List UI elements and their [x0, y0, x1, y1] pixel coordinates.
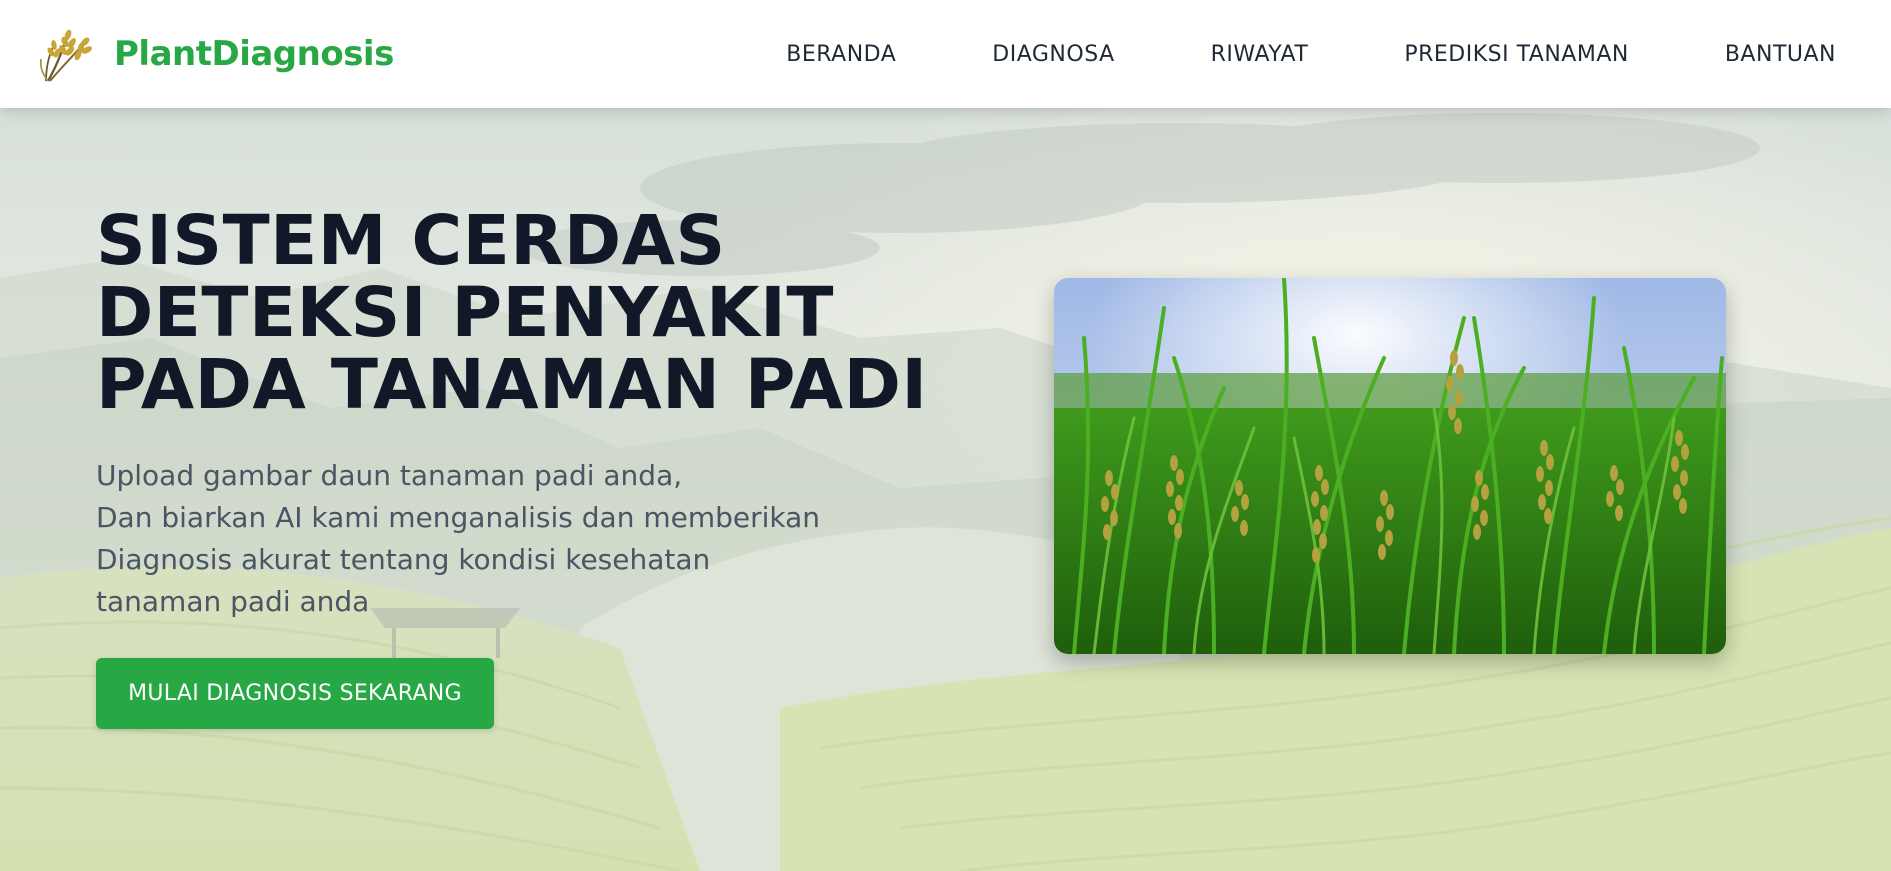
rice-plant-icon [39, 29, 92, 82]
brand-logo-link[interactable]: PlantDiagnosis [38, 23, 394, 85]
start-diagnosis-button[interactable]: MULAI DIAGNOSIS SEKARANG [96, 658, 494, 729]
nav-link-diagnosa[interactable]: DIAGNOSA [992, 42, 1114, 67]
nav-link-prediksi-tanaman[interactable]: PREDIKSI TANAMAN [1404, 42, 1629, 67]
hero-title: SISTEM CERDAS DETEKSI PENYAKIT PADA TANA… [96, 201, 928, 425]
hero-description: Upload gambar daun tanaman padi anda, Da… [96, 459, 821, 618]
nav-link-bantuan[interactable]: BANTUAN [1725, 42, 1836, 67]
navbar: PlantDiagnosis BERANDA DIAGNOSA RIWAYAT … [0, 0, 1891, 108]
nav-item: RIWAYAT [1211, 42, 1309, 67]
rice-field-photo [1054, 278, 1726, 654]
nav-item: DIAGNOSA [992, 42, 1114, 67]
nav-link-riwayat[interactable]: RIWAYAT [1211, 42, 1309, 67]
nav-item: BERANDA [786, 42, 896, 67]
rice-field-image [1054, 278, 1726, 654]
nav-menu: BERANDA DIAGNOSA RIWAYAT PREDIKSI TANAMA… [786, 42, 1836, 67]
nav-link-beranda[interactable]: BERANDA [786, 42, 896, 67]
nav-item: BANTUAN [1725, 42, 1836, 67]
brand-name: PlantDiagnosis [114, 34, 394, 74]
nav-item: PREDIKSI TANAMAN [1404, 42, 1629, 67]
